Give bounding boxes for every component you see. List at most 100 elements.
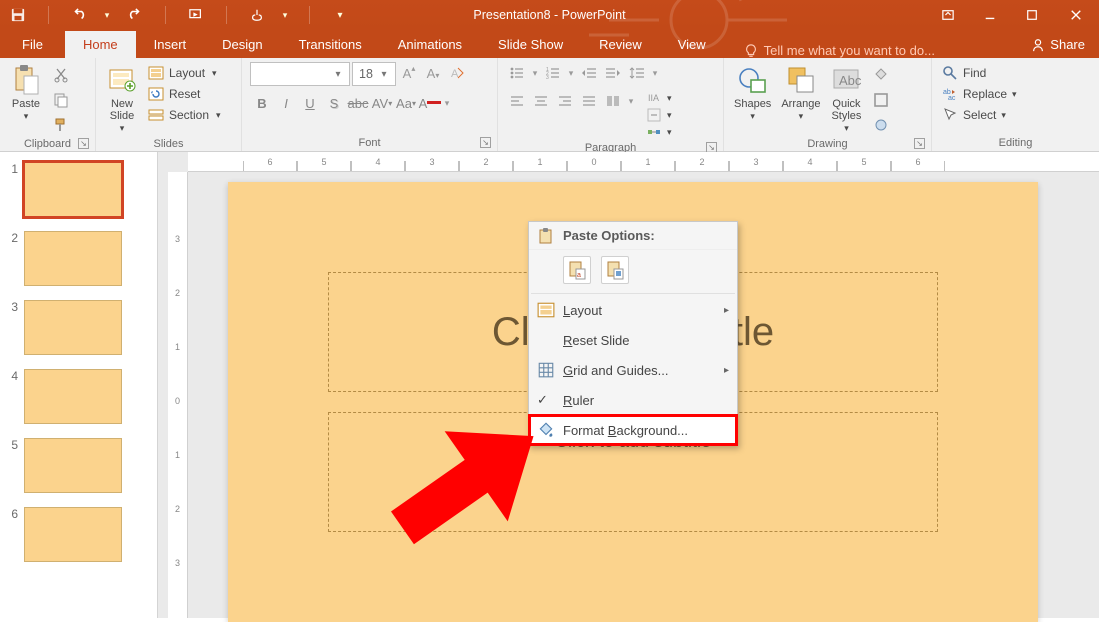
paste-keep-source-button[interactable]: a [563,256,591,284]
line-spacing-button[interactable] [626,62,648,84]
paste-button[interactable]: Paste▾ [8,62,44,124]
undo-icon[interactable] [69,5,89,25]
select-button[interactable]: Select ▾ [940,106,1091,124]
slide-thumbnail-4[interactable]: 4 [8,369,149,424]
italic-button[interactable]: I [274,92,298,114]
format-painter-button[interactable] [50,114,72,136]
decrease-font-size-button[interactable]: A▾ [422,62,444,84]
find-button[interactable]: Find [940,64,1091,82]
decrease-indent-button[interactable] [578,62,600,84]
slide-thumbnail-6[interactable]: 6 [8,507,149,562]
section-button[interactable]: Section▾ [146,106,223,124]
line-spacing-dropdown[interactable]: ▾ [650,62,660,84]
tab-home[interactable]: Home [65,31,136,58]
ctx-ruler[interactable]: ✓ Ruler [529,385,737,415]
text-direction-button[interactable]: IIA▾ [646,90,672,106]
start-from-beginning-icon[interactable] [186,5,206,25]
convert-smartart-button[interactable]: ▾ [646,124,672,140]
share-label: Share [1050,37,1085,52]
share-button[interactable]: Share [1017,31,1099,58]
numbering-button[interactable]: 123 [542,62,564,84]
font-size-combo[interactable]: 18▾ [352,62,396,86]
shape-fill-button[interactable] [870,64,892,86]
qat-customize-icon[interactable]: ▾ [330,5,350,25]
clear-formatting-button[interactable]: A [446,62,468,84]
ctx-format-background[interactable]: Format Background... [529,415,737,445]
line-spacing-icon [629,65,645,81]
slide-thumbnail-1[interactable]: 1 [8,162,149,217]
font-color-button[interactable]: A [418,92,442,114]
smartart-icon [646,124,662,140]
columns-dropdown[interactable]: ▾ [626,90,636,112]
drawing-dialog-launcher[interactable]: ↘ [914,138,925,149]
align-text-button[interactable]: ▾ [646,107,672,123]
underline-button[interactable]: U [298,92,322,114]
copy-button[interactable] [50,89,72,111]
align-left-button[interactable] [506,90,528,112]
slide-thumbnail-3[interactable]: 3 [8,300,149,355]
touch-dropdown-icon[interactable]: ▾ [281,5,289,25]
shape-effects-button[interactable] [870,114,892,136]
clipboard-dialog-launcher[interactable]: ↘ [78,138,89,149]
tab-file[interactable]: File [0,31,65,58]
font-name-combo[interactable]: ▾ [250,62,350,86]
tab-animations[interactable]: Animations [380,31,480,58]
new-slide-button[interactable]: New Slide▾ [104,62,140,136]
shapes-button[interactable]: Shapes▾ [732,62,773,124]
bullets-button[interactable] [506,62,528,84]
change-case-button[interactable]: Aa▾ [394,92,418,114]
ctx-reset-slide[interactable]: Reset Slide [529,325,737,355]
tab-slideshow[interactable]: Slide Show [480,31,581,58]
shadow-button[interactable]: S [322,92,346,114]
horizontal-ruler: 6543210123456 [188,152,1099,172]
reset-button[interactable]: Reset [146,85,223,103]
group-label-font: Font [358,137,380,149]
tab-design[interactable]: Design [204,31,280,58]
char-spacing-button[interactable]: AV▾ [370,92,394,114]
quick-styles-button[interactable]: Abc Quick Styles▾ [828,62,864,136]
save-icon[interactable] [8,5,28,25]
slide-thumbnails-panel: 1 2 3 4 5 6 [0,152,158,618]
group-label-drawing: Drawing [807,138,847,150]
slide-thumbnail-2[interactable]: 2 [8,231,149,286]
ctx-layout[interactable]: Layout ▸ [529,295,737,325]
close-button[interactable] [1053,0,1099,30]
font-dialog-launcher[interactable]: ↘ [480,137,491,148]
justify-button[interactable] [578,90,600,112]
bullets-dropdown[interactable]: ▾ [530,62,540,84]
format-painter-icon [53,117,69,133]
chevron-down-icon: ▾ [377,69,391,80]
cut-button[interactable] [50,64,72,86]
strikethrough-button[interactable]: abc [346,92,370,114]
tab-insert[interactable]: Insert [136,31,205,58]
maximize-button[interactable] [1011,0,1053,30]
align-center-button[interactable] [530,90,552,112]
increase-font-size-button[interactable]: A▴ [398,62,420,84]
slide-thumbnail-5[interactable]: 5 [8,438,149,493]
columns-button[interactable] [602,90,624,112]
font-color-dropdown[interactable]: ▾ [442,92,452,114]
tab-transitions[interactable]: Transitions [281,31,380,58]
numbering-icon: 123 [545,65,561,81]
ctx-grid-guides[interactable]: Grid and Guides... ▸ [529,355,737,385]
increase-indent-button[interactable] [602,62,624,84]
shape-effects-icon [873,117,889,133]
shape-outline-button[interactable] [870,89,892,111]
minimize-button[interactable] [969,0,1011,30]
bullets-icon [509,65,525,81]
layout-button[interactable]: Layout▾ [146,64,223,82]
clear-format-icon: A [449,65,465,81]
align-right-button[interactable] [554,90,576,112]
redo-icon[interactable] [125,5,145,25]
arrange-button[interactable]: Arrange▾ [779,62,822,124]
paste-picture-button[interactable] [601,256,629,284]
align-text-icon [646,107,662,123]
paste-keep-source-icon: a [567,260,587,280]
replace-button[interactable]: abacReplace ▾ [940,85,1091,103]
numbering-dropdown[interactable]: ▾ [566,62,576,84]
ribbon-display-options-icon[interactable] [927,0,969,30]
undo-dropdown-icon[interactable]: ▾ [103,5,111,25]
bold-button[interactable]: B [250,92,274,114]
touch-mode-icon[interactable] [247,5,267,25]
chevron-right-icon: ▸ [724,305,729,316]
